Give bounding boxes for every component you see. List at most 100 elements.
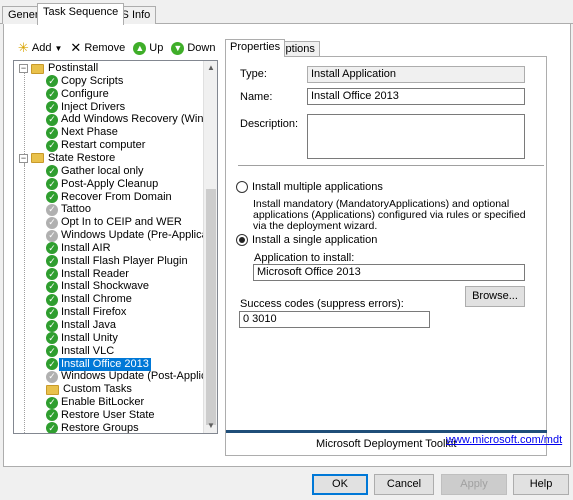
description-label: Description: bbox=[240, 118, 299, 130]
tree-item[interactable]: ✓ Copy Scripts bbox=[46, 75, 125, 88]
tree-item-label: Opt In to CEIP and WER bbox=[61, 216, 182, 229]
tree-item-label: Install Flash Player Plugin bbox=[61, 254, 188, 267]
app-to-install-field[interactable]: Microsoft Office 2013 bbox=[253, 264, 525, 281]
separator bbox=[238, 165, 544, 166]
tree-item-label: Gather local only bbox=[61, 164, 144, 177]
add-star-icon: ✳ bbox=[18, 40, 29, 55]
check-icon: ✓ bbox=[46, 293, 58, 306]
up-label: Up bbox=[149, 42, 164, 54]
down-label: Down bbox=[187, 42, 216, 54]
radio-install-single-label[interactable]: Install a single application bbox=[252, 234, 377, 246]
tree-item[interactable]: ✓ Install Chrome bbox=[46, 293, 134, 306]
tree-group[interactable]: − State Restore bbox=[19, 152, 117, 165]
tree-item[interactable]: ✓ Install Unity bbox=[46, 332, 120, 345]
tree-item[interactable]: Custom Tasks bbox=[46, 383, 134, 396]
tree-item-label: Windows Update (Pre-Application Inst bbox=[61, 229, 204, 242]
task-sequence-tree[interactable]: − Postinstall ✓ Copy Scripts ✓ Configure ✓ Inje… bbox=[13, 60, 218, 434]
dropdown-arrow-icon: ▼ bbox=[54, 43, 63, 53]
success-codes-field[interactable]: 0 3010 bbox=[239, 311, 430, 328]
scroll-up-icon[interactable]: ▲ bbox=[204, 61, 217, 75]
tree-item[interactable]: ✓ Opt In to CEIP and WER bbox=[46, 216, 184, 229]
disabled-check-icon: ✓ bbox=[46, 216, 58, 229]
radio-install-multiple-label[interactable]: Install multiple applications bbox=[252, 181, 383, 193]
type-field: Install Application bbox=[307, 66, 525, 83]
tree-item-label: Install Reader bbox=[61, 267, 129, 280]
down-button[interactable]: ▼ Down bbox=[169, 41, 217, 55]
tree-item[interactable]: ✓ Install AIR bbox=[46, 242, 113, 255]
check-icon: ✓ bbox=[46, 178, 58, 191]
task-sequence-toolbar: ✳ Add ▼ ✕ Remove ▲ Up ▼ Down bbox=[16, 39, 217, 57]
check-icon: ✓ bbox=[46, 422, 58, 433]
tree-item[interactable]: ✓Windows Update (Pre-Application Inst bbox=[46, 229, 204, 242]
tree-item-label: Windows Update (Post-Application Ins bbox=[61, 370, 204, 383]
tree-item[interactable]: ✓Add Windows Recovery (WinRE) bbox=[46, 113, 204, 126]
scrollbar-thumb[interactable] bbox=[206, 189, 216, 425]
up-button[interactable]: ▲ Up bbox=[131, 41, 165, 55]
arrow-down-icon: ▼ bbox=[171, 41, 185, 55]
check-icon: ✓ bbox=[46, 255, 58, 268]
tab-properties-label: Properties bbox=[230, 41, 281, 53]
tree-item[interactable]: ✓ Configure bbox=[46, 88, 111, 101]
tree-item[interactable]: ✓ Install Firefox bbox=[46, 306, 128, 319]
check-icon: ✓ bbox=[46, 113, 58, 126]
tab-task-sequence[interactable]: Task Sequence bbox=[37, 3, 125, 25]
tree-item-label: State Restore bbox=[48, 151, 116, 164]
tree-item[interactable]: ✓ Inject Drivers bbox=[46, 101, 127, 114]
tree-item[interactable]: ✓ Enable BitLocker bbox=[46, 396, 146, 409]
tree-item[interactable]: ✓Windows Update (Post-Application Ins bbox=[46, 370, 204, 383]
radio-install-single[interactable] bbox=[236, 234, 248, 246]
tree-vertical-scrollbar[interactable]: ▲ ▼ bbox=[203, 61, 217, 433]
tree-item[interactable]: ✓ Tattoo bbox=[46, 203, 93, 216]
collapse-icon[interactable]: − bbox=[19, 64, 28, 73]
check-icon: ✓ bbox=[46, 88, 58, 101]
name-field[interactable]: Install Office 2013 bbox=[307, 88, 525, 105]
disabled-check-icon: ✓ bbox=[46, 370, 58, 383]
cancel-button[interactable]: Cancel bbox=[374, 474, 434, 495]
disabled-check-icon: ✓ bbox=[46, 203, 58, 216]
tree-item-label: Restart computer bbox=[61, 139, 146, 152]
folder-icon bbox=[31, 153, 44, 164]
tree-item[interactable]: ✓ Restore Groups bbox=[46, 422, 141, 433]
description-field[interactable] bbox=[307, 114, 525, 159]
tree-item[interactable]: ✓ Gather local only bbox=[46, 165, 146, 178]
apply-button: Apply bbox=[441, 474, 507, 495]
arrow-up-icon: ▲ bbox=[133, 41, 147, 55]
radio-install-multiple[interactable] bbox=[236, 181, 248, 193]
success-codes-label: Success codes (suppress errors): bbox=[240, 298, 404, 310]
tree-item[interactable]: ✓ Install Java bbox=[46, 319, 118, 332]
ok-button[interactable]: OK bbox=[312, 474, 368, 495]
tree-group[interactable]: − Postinstall bbox=[19, 62, 100, 75]
mdt-link[interactable]: www.microsoft.com/mdt bbox=[446, 434, 562, 446]
tab-properties[interactable]: Properties bbox=[225, 39, 286, 57]
check-icon: ✓ bbox=[46, 358, 58, 371]
folder-icon bbox=[31, 63, 44, 74]
tree-item[interactable]: ✓ Restore User State bbox=[46, 409, 157, 422]
tree-item[interactable]: ✓ Next Phase bbox=[46, 126, 120, 139]
check-icon: ✓ bbox=[46, 306, 58, 319]
tree-item-label: Install Shockwave bbox=[61, 280, 150, 293]
collapse-icon[interactable]: − bbox=[19, 153, 28, 163]
tree-item-label: Install VLC bbox=[61, 344, 115, 357]
remove-button[interactable]: ✕ Remove bbox=[68, 40, 127, 56]
check-icon: ✓ bbox=[46, 268, 58, 281]
help-button[interactable]: Help bbox=[513, 474, 569, 495]
tree-item[interactable]: ✓ Recover From Domain bbox=[46, 191, 174, 204]
tree-item[interactable]: ✓ Post-Apply Cleanup bbox=[46, 178, 160, 191]
tree-item[interactable]: ✓ Install Flash Player Plugin bbox=[46, 255, 190, 268]
scroll-down-icon[interactable]: ▼ bbox=[204, 419, 217, 433]
mdt-footer-text: Microsoft Deployment Toolkit bbox=[316, 438, 457, 450]
tree-item-label: Add Windows Recovery (WinRE) bbox=[61, 113, 204, 126]
add-button[interactable]: ✳ Add ▼ bbox=[16, 40, 64, 56]
tree-item[interactable]: ✓ Install Office 2013 bbox=[46, 357, 151, 371]
tree-item-label: Install Firefox bbox=[61, 306, 127, 319]
add-label: Add bbox=[31, 42, 52, 54]
browse-button[interactable]: Browse... bbox=[465, 286, 525, 307]
check-icon: ✓ bbox=[46, 75, 58, 88]
tree-item[interactable]: ✓ Install VLC bbox=[46, 345, 116, 358]
tree-item-label: Copy Scripts bbox=[61, 74, 124, 87]
tree-item[interactable]: ✓ Restart computer bbox=[46, 139, 147, 152]
check-icon: ✓ bbox=[46, 126, 58, 139]
tree-item-label: Configure bbox=[61, 87, 109, 100]
tree-item[interactable]: ✓ Install Shockwave bbox=[46, 280, 151, 293]
tree-item[interactable]: ✓ Install Reader bbox=[46, 268, 131, 281]
